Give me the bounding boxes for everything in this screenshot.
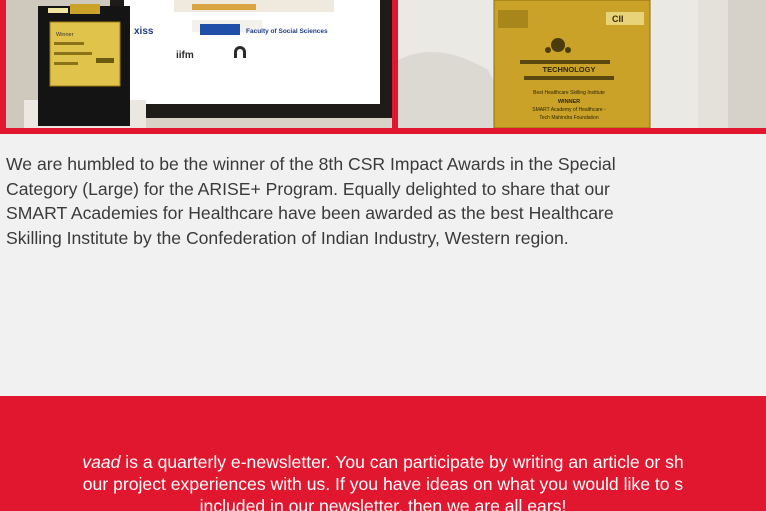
newsletter-name: vaad	[82, 452, 121, 472]
caption-line: Skilling Institute by the Confederation …	[6, 227, 569, 248]
footer-line: our project experiences with us. If you …	[82, 474, 684, 494]
award-caption: We are humbled to be the winner of the 8…	[6, 152, 766, 250]
award-photos: xiss Faculty of Social Sciences iifm Win…	[0, 0, 766, 134]
footer-line: included in our newsletter, then we are …	[199, 496, 567, 511]
certificate-logo-xiss: xiss	[134, 26, 154, 37]
trophy-plaque-label: Winner	[56, 32, 74, 38]
award-photo-certificate: xiss Faculty of Social Sciences iifm Win…	[6, 0, 392, 128]
caption-line: Category (Large) for the ARISE+ Program.…	[6, 178, 610, 199]
newsletter-footer: vaad is a quarterly e-newsletter. You ca…	[0, 396, 766, 511]
trophy-line-recipient: SMART Academy of Healthcare -	[532, 107, 606, 113]
award-photo-trophy: CII TECHNOLOGY Best Healthcare Skilling …	[398, 0, 766, 128]
footer-line: is a quarterly e-newsletter. You can par…	[120, 452, 684, 472]
certificate-logo-iifm: iifm	[176, 50, 194, 61]
cii-badge: CII	[612, 14, 624, 24]
newsletter-invitation: vaad is a quarterly e-newsletter. You ca…	[0, 451, 766, 511]
certificate-trophy-illustration: xiss Faculty of Social Sciences iifm Win…	[6, 0, 392, 128]
caption-line: We are humbled to be the winner of the 8…	[6, 154, 616, 174]
trophy-heading: TECHNOLOGY	[543, 65, 596, 74]
trophy-line-winner: WINNER	[558, 99, 580, 105]
cii-trophy-illustration: CII TECHNOLOGY Best Healthcare Skilling …	[398, 0, 766, 128]
trophy-line-foundation: Tech Mahindra Foundation	[539, 115, 598, 121]
trophy-line-category: Best Healthcare Skilling Institute	[533, 90, 605, 96]
caption-line: SMART Academies for Healthcare have been…	[6, 203, 614, 223]
certificate-logo-social-sciences: Faculty of Social Sciences	[246, 28, 328, 35]
